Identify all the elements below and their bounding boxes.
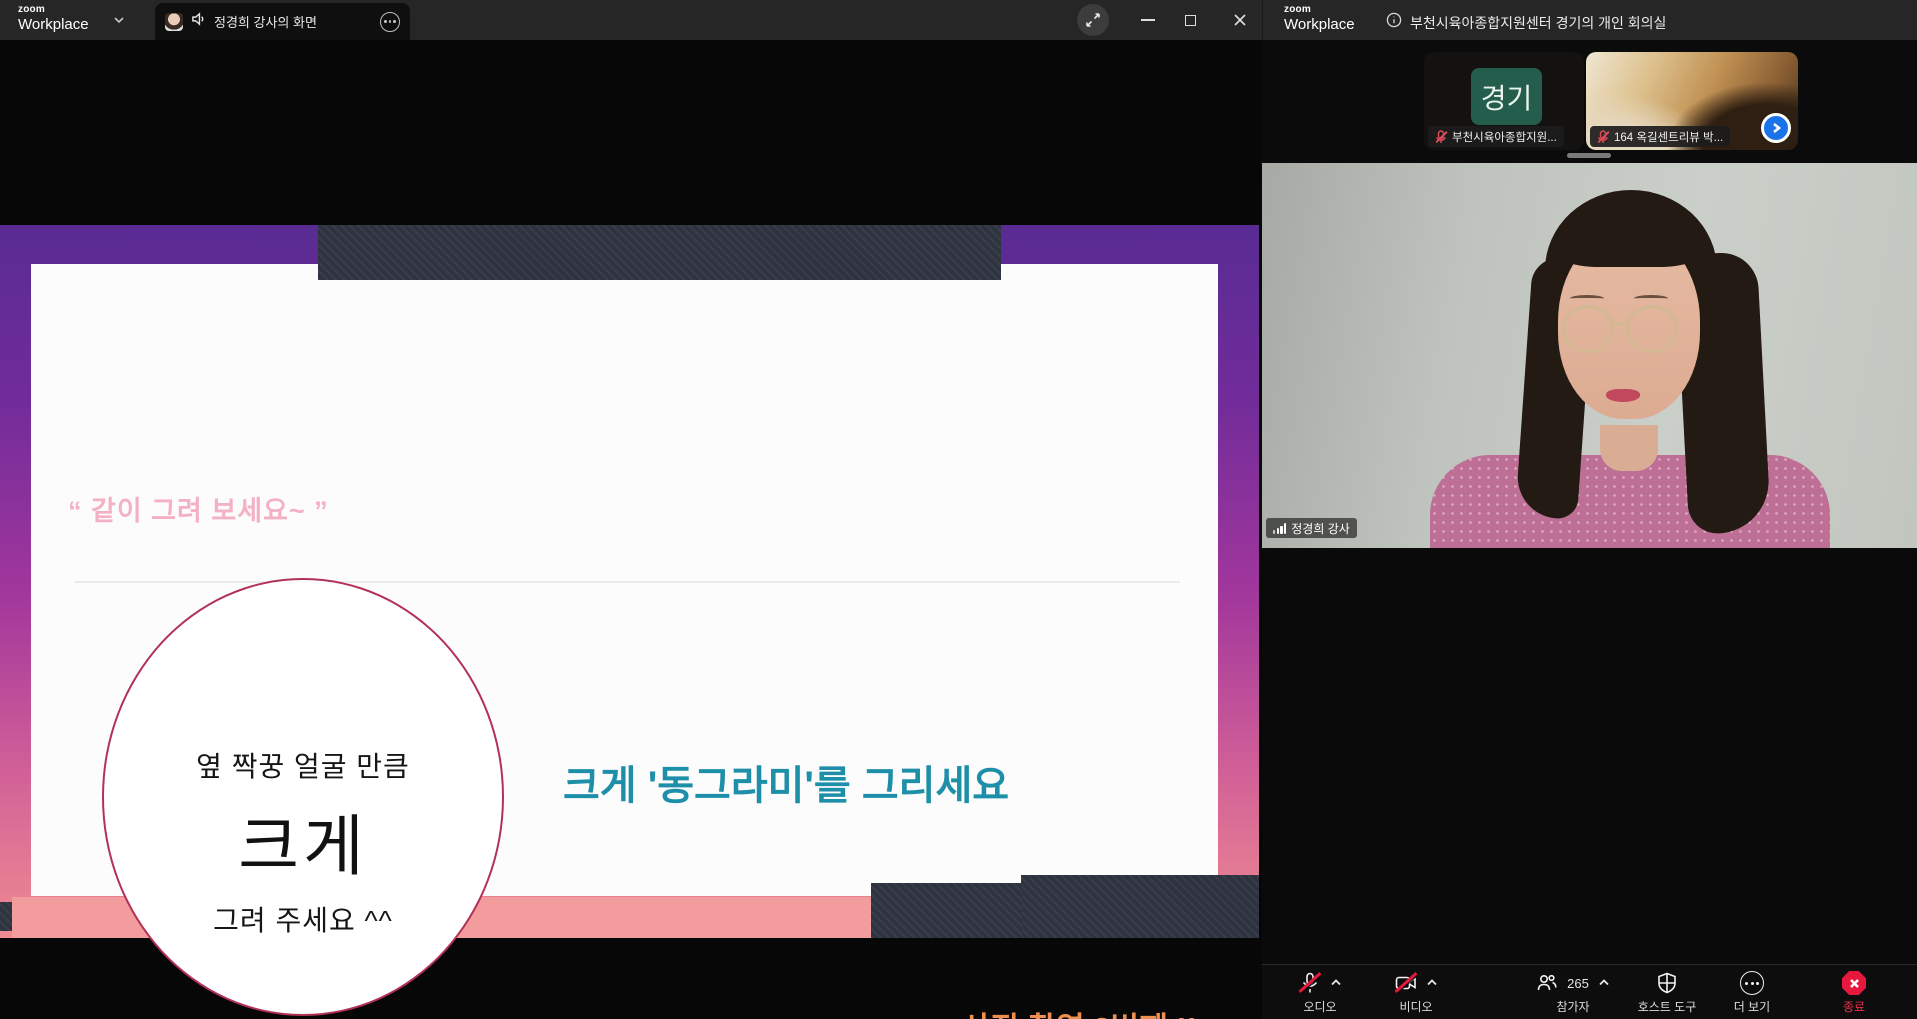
meeting-window: zoom Workplace 부천시육아종합지원센터 경기의 개인 회의실 경기… — [1262, 0, 1917, 1019]
camera-off-icon[interactable] — [1395, 971, 1417, 995]
brand-zoom: zoom — [18, 5, 89, 15]
slide-divider-line — [75, 581, 1180, 583]
presenter-avatar — [165, 13, 183, 31]
more-label: 더 보기 — [1734, 998, 1770, 1015]
minimize-button[interactable] — [1132, 4, 1164, 36]
speaker-glasses-bridge — [1612, 323, 1628, 326]
connection-signal-icon — [1273, 523, 1286, 534]
mic-muted-icon — [1435, 130, 1447, 144]
participant-name-label: 부천시육아종합지원... — [1428, 126, 1564, 147]
mic-muted-icon[interactable] — [1299, 971, 1321, 995]
circle-text-top: 옆 짝꿍 얼굴 만큼 — [196, 745, 410, 785]
speaker-eyebrow — [1570, 295, 1604, 302]
participant-name-text: 164 옥길센트리뷰 박... — [1614, 129, 1723, 145]
video-options-chevron-icon[interactable] — [1426, 974, 1438, 992]
slide-quote-title: “ 같이 그려 보세요~ ” — [68, 489, 329, 528]
left-window-titlebar: zoom Workplace 정경희 강사의 화면 — [0, 0, 1262, 40]
brand-workplace: Workplace — [18, 17, 89, 32]
zoom-workplace-logo: zoom Workplace — [18, 5, 89, 32]
meeting-info-icon[interactable] — [1386, 12, 1402, 28]
mic-muted-icon — [1597, 130, 1609, 144]
participant-name-label: 164 옥길센트리뷰 박... — [1590, 126, 1730, 147]
participant-name-text: 부천시육아종합지원... — [1452, 129, 1557, 145]
meeting-control-bar: 오디오 비디오 265 — [1262, 964, 1917, 1019]
slide-drawing-circle: 옆 짝꿍 얼굴 만큼 크게 그려 주세요 ^^ — [102, 578, 504, 1016]
meeting-title: 부천시육아종합지원센터 경기의 개인 회의실 — [1410, 13, 1666, 33]
circle-text-big: 크게 — [238, 793, 367, 889]
slide-bottom-right-navy-step — [871, 883, 1022, 938]
participant-thumbnail[interactable]: 경기 부천시육아종합지원... — [1424, 52, 1584, 150]
slide-photo-note-text: 사진 촬영 2번째 !! — [962, 1003, 1197, 1019]
presentation-slide: “ 같이 그려 보세요~ ” 옆 짝꿍 얼굴 만큼 크게 그려 주세요 ^^ 크… — [0, 225, 1259, 938]
end-meeting-control[interactable]: 종료 — [1824, 970, 1884, 1015]
speaker-glasses — [1626, 305, 1678, 353]
zoom-workplace-logo: zoom Workplace — [1284, 5, 1355, 32]
shield-icon — [1657, 972, 1677, 994]
audio-options-chevron-icon[interactable] — [1330, 974, 1342, 992]
host-tools-label: 호스트 도구 — [1638, 998, 1697, 1015]
participants-icon — [1536, 973, 1558, 993]
zoom-desktop: zoom Workplace 정경희 강사의 화면 — [0, 0, 1917, 1019]
speaker-lips — [1606, 389, 1640, 402]
close-button[interactable] — [1224, 4, 1256, 36]
participants-chevron-icon[interactable] — [1598, 974, 1610, 992]
end-label: 종료 — [1843, 998, 1865, 1015]
brand-workplace: Workplace — [1284, 17, 1355, 32]
active-speaker-video[interactable]: 정경희 강사 — [1262, 163, 1917, 548]
thumbnail-strip-drag-handle[interactable] — [1567, 153, 1611, 158]
speaker-name-label: 정경희 강사 — [1266, 518, 1357, 538]
meeting-titlebar: zoom Workplace 부천시육아종합지원센터 경기의 개인 회의실 — [1262, 0, 1917, 40]
maximize-button[interactable] — [1174, 4, 1206, 36]
end-meeting-icon[interactable] — [1842, 971, 1866, 995]
tab-more-icon[interactable] — [380, 12, 400, 32]
workspace-chevron-down-icon[interactable] — [112, 13, 126, 27]
audio-label: 오디오 — [1303, 998, 1336, 1015]
speaker-neck — [1600, 425, 1658, 471]
shared-screen-area: “ 같이 그려 보세요~ ” 옆 짝꿍 얼굴 만큼 크게 그려 주세요 ^^ 크… — [0, 40, 1262, 1019]
participants-label: 참가자 — [1556, 998, 1589, 1015]
more-control[interactable]: 더 보기 — [1702, 970, 1802, 1015]
slide-top-navy-bar — [318, 225, 1001, 280]
speaker-name-text: 정경희 강사 — [1291, 520, 1350, 537]
audio-control[interactable]: 오디오 — [1282, 970, 1358, 1015]
shared-screen-tab[interactable]: 정경희 강사의 화면 — [155, 3, 410, 40]
video-control[interactable]: 비디오 — [1378, 970, 1454, 1015]
slide-instruction-text: 크게 '동그라미'를 그리세요 — [563, 753, 1009, 811]
next-participants-page-button[interactable] — [1761, 113, 1791, 143]
participants-count: 265 — [1567, 976, 1589, 991]
speaker-audio-icon — [191, 12, 206, 31]
circle-text-bottom: 그려 주세요 ^^ — [213, 899, 393, 939]
participants-control[interactable]: 265 참가자 — [1525, 970, 1621, 1015]
participant-initial-badge: 경기 — [1471, 68, 1542, 125]
tab-title: 정경희 강사의 화면 — [214, 12, 372, 31]
brand-zoom: zoom — [1284, 5, 1355, 15]
more-ellipsis-icon[interactable] — [1740, 971, 1764, 995]
participant-thumbnail-strip: 경기 부천시육아종합지원... 164 옥길센트리뷰 박... — [1262, 40, 1917, 163]
fullscreen-expand-button[interactable] — [1077, 4, 1109, 36]
speaker-eyebrow — [1634, 295, 1668, 302]
speaker-glasses — [1562, 305, 1614, 353]
video-label: 비디오 — [1399, 998, 1432, 1015]
slide-bottom-right-navy-block — [1021, 875, 1259, 938]
speaker-hair-fringe — [1554, 215, 1704, 267]
